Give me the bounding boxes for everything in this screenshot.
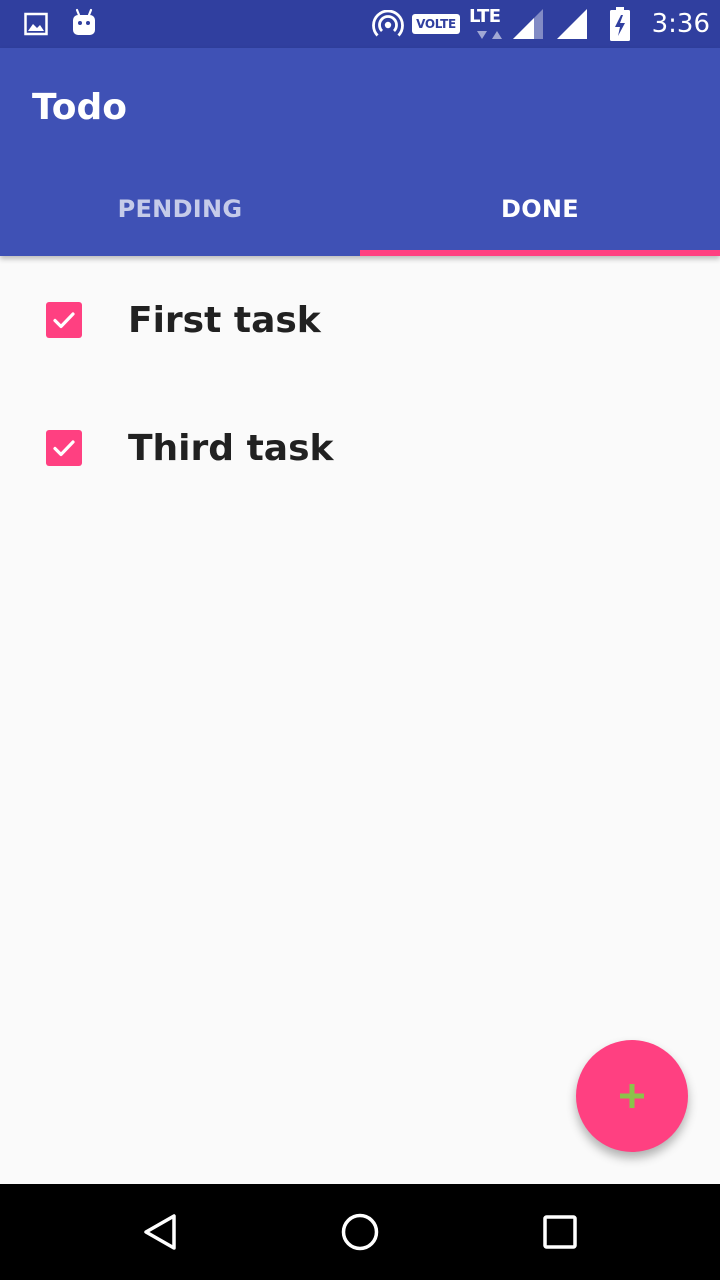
- back-icon: [144, 1214, 176, 1250]
- task-checkbox[interactable]: [46, 302, 82, 338]
- tab-pending-label: PENDING: [117, 195, 243, 223]
- check-icon: [53, 440, 75, 457]
- navigation-bar: [0, 1184, 720, 1280]
- tab-done[interactable]: DONE: [360, 162, 720, 256]
- plus-icon: [620, 1084, 644, 1108]
- home-icon: [341, 1213, 379, 1251]
- tab-indicator: [360, 250, 720, 256]
- add-task-button[interactable]: [576, 1040, 688, 1152]
- volte-badge: VOLTE: [412, 14, 460, 34]
- check-icon: [53, 312, 75, 329]
- hotspot-icon: [372, 9, 404, 45]
- signal-icon: [512, 8, 544, 45]
- gallery-icon: [24, 12, 48, 41]
- recents-icon: [543, 1215, 577, 1249]
- back-button[interactable]: [140, 1212, 180, 1252]
- android-icon: [70, 8, 98, 43]
- task-checkbox[interactable]: [46, 430, 82, 466]
- task-label: Third task: [128, 428, 334, 469]
- app-title: Todo: [32, 87, 128, 128]
- clock: 3:36: [651, 9, 710, 39]
- tab-pending[interactable]: PENDING: [0, 162, 360, 256]
- task-label: First task: [128, 300, 321, 341]
- network-type-label: LTE: [469, 6, 501, 27]
- recents-button[interactable]: [540, 1212, 580, 1252]
- signal-icon-2: [556, 8, 588, 45]
- data-activity-icon: [474, 28, 504, 46]
- list-item[interactable]: Third task: [0, 386, 720, 514]
- battery-icon: [608, 6, 632, 47]
- home-button[interactable]: [340, 1212, 380, 1252]
- status-bar: VOLTE LTE 3:36: [0, 0, 720, 48]
- tab-done-label: DONE: [500, 195, 579, 223]
- list-item[interactable]: First task: [0, 258, 720, 386]
